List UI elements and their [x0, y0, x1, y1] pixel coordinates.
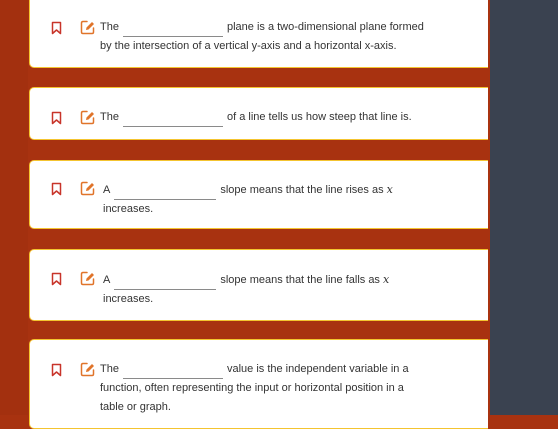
question-suffix: value is the independent variable in a — [226, 363, 409, 375]
question-text-line-2: function, often representing the input o… — [100, 382, 404, 394]
answer-blank-2[interactable] — [122, 108, 223, 127]
right-side-panel — [490, 0, 558, 415]
question-prefix: A — [103, 274, 111, 286]
question-prefix: The — [100, 21, 119, 33]
answer-input-2[interactable] — [122, 108, 223, 126]
question-prefix: The — [100, 111, 119, 123]
edit-icon[interactable] — [80, 20, 95, 35]
question-card-4: Aslope means that the line falls as x in… — [29, 249, 488, 321]
variable-x: x — [386, 183, 393, 196]
answer-blank-1[interactable] — [122, 18, 223, 37]
bookmark-icon[interactable] — [51, 272, 62, 286]
left-margin-strip — [0, 0, 28, 415]
edit-icon[interactable] — [80, 181, 95, 196]
question-card-5: The value is the independent variable in … — [29, 339, 488, 429]
answer-blank-5[interactable] — [122, 360, 223, 379]
bookmark-icon[interactable] — [51, 182, 62, 196]
question-text-line-2: increases. — [103, 293, 154, 305]
question-prefix: A — [103, 184, 111, 196]
question-text-line-1: Aslope means that the line rises as x — [103, 180, 393, 200]
question-suffix: slope means that the line falls as — [220, 274, 380, 286]
answer-input-5[interactable] — [122, 360, 223, 378]
answer-input-4[interactable] — [114, 271, 217, 289]
question-card-1: The plane is a two-dimensional plane form… — [29, 0, 488, 68]
bookmark-icon[interactable] — [51, 363, 62, 377]
question-text-line-2: increases. — [103, 203, 154, 215]
bookmark-icon[interactable] — [51, 21, 62, 35]
question-text-line-1: Aslope means that the line falls as x — [103, 270, 389, 290]
question-card-2: The of a line tells us how steep that lin… — [29, 87, 488, 140]
answer-input-3[interactable] — [114, 181, 217, 199]
answer-blank-4[interactable] — [114, 271, 217, 290]
question-suffix: of a line tells us how steep that line i… — [226, 111, 412, 123]
answer-blank-3[interactable] — [114, 181, 217, 200]
question-text-line-1: The plane is a two-dimensional plane form… — [100, 18, 424, 37]
edit-icon[interactable] — [80, 271, 95, 286]
variable-x: x — [383, 273, 390, 286]
answer-input-1[interactable] — [122, 18, 223, 36]
edit-icon[interactable] — [80, 362, 95, 377]
question-text-line-1: The of a line tells us how steep that lin… — [100, 108, 412, 127]
edit-icon[interactable] — [80, 110, 95, 125]
question-text-line-2: by the intersection of a vertical y-axis… — [100, 40, 397, 52]
question-text-line-1: The value is the independent variable in … — [100, 360, 409, 379]
bookmark-icon[interactable] — [51, 111, 62, 125]
question-suffix: slope means that the line rises as — [220, 184, 384, 196]
question-suffix: plane is a two-dimensional plane formed — [226, 21, 424, 33]
question-prefix: The — [100, 363, 119, 375]
question-text-line-3: table or graph. — [100, 401, 171, 413]
question-card-3: Aslope means that the line rises as x in… — [29, 160, 488, 229]
